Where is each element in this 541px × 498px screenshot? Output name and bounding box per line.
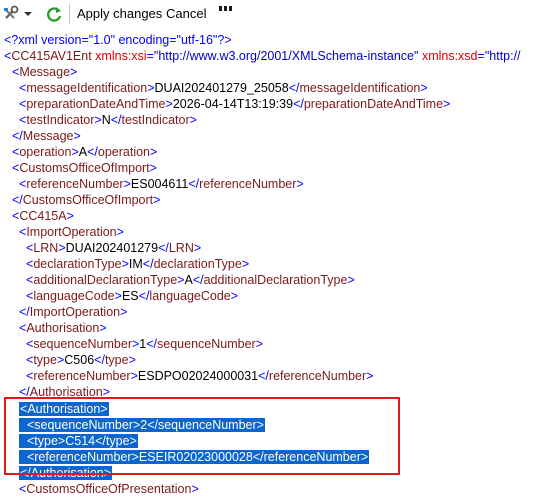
authorisation1-type-value: C506 [64, 353, 95, 367]
import-operation-open: <ImportOperation> [19, 225, 124, 239]
root-tag-name: CC415AV1Ent [11, 49, 92, 63]
customs-office-import-reference-value: ES004611 [130, 177, 189, 191]
cancel-button[interactable]: Cancel [166, 5, 206, 23]
message-identification-value: DUAI202401279_25058 [154, 81, 289, 95]
additional-declaration-type: <additionalDeclarationType>A</additional… [26, 273, 355, 287]
root-attr-xsd-value: "http:// [484, 49, 521, 63]
refresh-icon [47, 7, 62, 22]
root-open-tag: <CC415AV1Ent xmlns:xsi="http://www.w3.or… [4, 49, 521, 63]
tools-dropdown-button[interactable] [2, 5, 36, 23]
refresh-button[interactable] [44, 5, 66, 23]
toolbar-separator [69, 4, 70, 24]
root-attr-xsi-name: xmlns:xsi [95, 49, 147, 63]
preparation-date-time-value: 2026-04-14T13:19:39 [172, 97, 294, 111]
lrn-value: DUAI202401279 [65, 241, 159, 255]
cc415a-open: <CC415A> [12, 209, 74, 223]
customs-office-presentation-tag: CustomsOfficeOfPresentation [26, 482, 192, 496]
highlight-box [4, 397, 400, 475]
customs-office-presentation-open: <CustomsOfficeOfPresentation> [19, 482, 199, 496]
operation-value: A [78, 145, 88, 159]
authorisation1-reference: <referenceNumber>ESDPO02024000031</refer… [26, 369, 374, 383]
message-open: <Message> [12, 65, 78, 79]
authorisation1-type: <type>C506</type> [26, 353, 136, 367]
preparation-date-time: <preparationDateAndTime>2026-04-14T13:19… [19, 97, 451, 111]
window-edge-decoration [219, 0, 245, 11]
language-code-value: ES [121, 289, 139, 303]
lrn: <LRN>DUAI202401279</LRN> [26, 241, 202, 255]
declaration-type-value: IM [128, 257, 143, 271]
xml-declaration: <?xml version="1.0" encoding="utf-16"?> [4, 32, 232, 48]
toolbar: Apply changes Cancel [0, 0, 541, 28]
authorisation1-sequence: <sequenceNumber>1</sequenceNumber> [26, 337, 264, 351]
declaration-type: <declarationType>IM</declarationType> [26, 257, 250, 271]
message-identification: <messageIdentification>DUAI202401279_250… [19, 81, 428, 95]
customs-office-import-close: </CustomsOfficeOfImport> [12, 193, 161, 207]
customs-office-import-reference: <referenceNumber>ES004611</referenceNumb… [19, 177, 304, 191]
additional-declaration-type-value: A [184, 273, 193, 287]
test-indicator-value: N [101, 113, 111, 127]
customs-office-import-open: <CustomsOfficeOfImport> [12, 161, 157, 175]
test-indicator: <testIndicator>N</testIndicator> [19, 113, 197, 127]
message-close: </Message> [12, 129, 81, 143]
import-operation-close: </ImportOperation> [19, 305, 128, 319]
apply-changes-button[interactable]: Apply changes [77, 5, 162, 23]
root-attr-xsi-value: "http://www.w3.org/2001/XMLSchema-instan… [153, 49, 419, 63]
operation: <operation>A</operation> [12, 145, 158, 159]
authorisation1-open: <Authorisation> [19, 321, 107, 335]
tools-icon [4, 5, 32, 19]
root-attr-xsd-name: xmlns:xsd [421, 49, 478, 63]
xml-declaration-text: <?xml version="1.0" encoding="utf-16"?> [4, 33, 232, 47]
authorisation1-reference-value: ESDPO02024000031 [137, 369, 259, 383]
language-code: <languageCode>ES</languageCode> [26, 289, 239, 303]
